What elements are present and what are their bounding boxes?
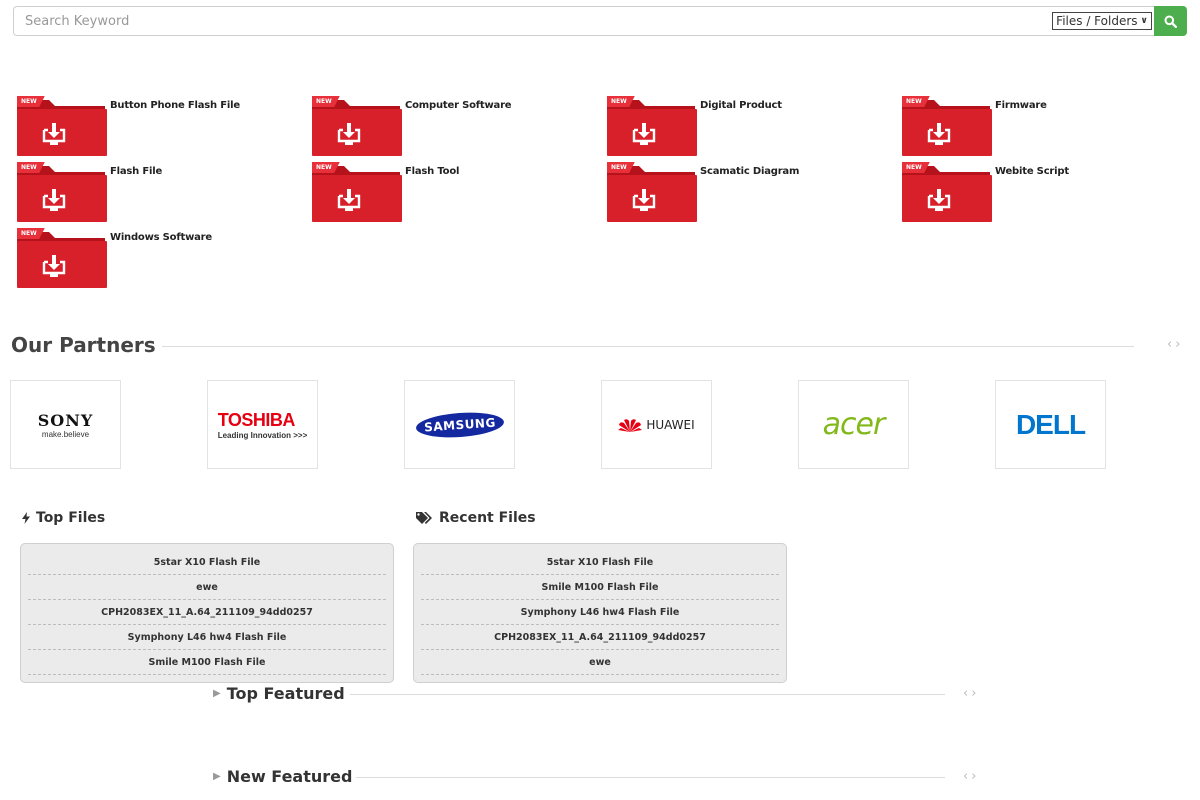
chevron-right-icon[interactable]: › <box>971 686 979 701</box>
top-file-item[interactable]: CPH2083EX_11_A.64_211109_94dd0257 <box>28 600 386 625</box>
folder-download-icon[interactable]: NEW <box>607 162 697 222</box>
category-label[interactable]: Windows Software <box>110 232 212 243</box>
partners-divider <box>162 346 1134 347</box>
recent-file-item[interactable]: Smile M100 Flash File <box>421 575 779 600</box>
folder-download-icon[interactable]: NEW <box>17 228 107 288</box>
recent-files-panel: 5star X10 Flash File Smile M100 Flash Fil… <box>413 543 787 683</box>
chevron-left-icon[interactable]: ‹ <box>963 686 971 701</box>
partners-title: Our Partners <box>11 333 156 357</box>
recent-file-item[interactable]: 5star X10 Flash File <box>421 550 779 575</box>
sony-logo: SONY make.believe <box>38 411 94 439</box>
top-files-title: Top Files <box>36 510 106 526</box>
top-files-list: 5star X10 Flash File ewe CPH2083EX_11_A.64… <box>28 550 386 675</box>
category-label[interactable]: Button Phone Flash File <box>110 100 240 111</box>
category-label[interactable]: Flash Tool <box>405 166 459 177</box>
category-label[interactable]: Flash File <box>110 166 162 177</box>
toshiba-tagline: Leading Innovation >>> <box>217 430 308 440</box>
partner-logo-dell[interactable]: DELL <box>995 380 1106 469</box>
search-button[interactable] <box>1154 6 1187 36</box>
top-files-heading: Top Files <box>22 510 105 526</box>
top-file-item[interactable]: Symphony L46 hw4 Flash File <box>28 625 386 650</box>
category-label[interactable]: Digital Product <box>700 100 782 111</box>
dell-wordmark: DELL <box>1015 408 1086 440</box>
sony-tagline: make.believe <box>41 429 90 439</box>
chevron-left-icon[interactable]: ‹ <box>1167 337 1175 352</box>
caret-right-icon: ▶ <box>213 688 221 699</box>
category-item[interactable]: NEW Flash Tool <box>312 162 592 222</box>
search-scope-wrap: Files / Folders ∨ <box>1050 6 1154 36</box>
top-file-item[interactable]: 5star X10 Flash File <box>28 550 386 575</box>
tags-icon <box>416 512 432 524</box>
folder-download-icon[interactable]: NEW <box>607 96 697 156</box>
category-item[interactable]: NEW Webite Script <box>902 162 1182 222</box>
category-label[interactable]: Scamatic Diagram <box>700 166 799 177</box>
top-featured-nav: ‹› <box>963 686 979 701</box>
category-item[interactable]: NEW Computer Software <box>312 96 592 156</box>
search-input[interactable]: Search Keyword <box>13 6 1050 36</box>
folder-download-icon[interactable]: NEW <box>902 162 992 222</box>
category-item[interactable]: NEW Flash File <box>17 162 297 222</box>
samsung-wordmark: SAMSUNG <box>423 415 496 434</box>
top-file-item[interactable]: Smile M100 Flash File <box>28 650 386 675</box>
recent-file-item[interactable]: ewe <box>421 650 779 675</box>
new-featured-divider <box>356 777 945 778</box>
category-item[interactable]: NEW Button Phone Flash File <box>17 96 297 156</box>
partner-logo-samsung[interactable]: SAMSUNG <box>404 380 515 469</box>
category-item[interactable]: NEW Digital Product <box>607 96 887 156</box>
caret-right-icon: ▶ <box>213 771 221 782</box>
top-featured-heading: ▶ Top Featured <box>213 684 345 703</box>
recent-file-item[interactable]: Symphony L46 hw4 Flash File <box>421 600 779 625</box>
sony-wordmark: SONY <box>37 410 94 430</box>
search-scope-value: Files / Folders <box>1056 14 1138 28</box>
top-featured-divider <box>350 694 945 695</box>
huawei-flower-icon <box>618 418 643 432</box>
search-bar: Search Keyword Files / Folders ∨ <box>13 6 1187 36</box>
partner-logo-toshiba[interactable]: TOSHIBA Leading Innovation >>> <box>207 380 318 469</box>
search-scope-select[interactable]: Files / Folders ∨ <box>1052 12 1152 30</box>
folder-download-icon[interactable]: NEW <box>312 96 402 156</box>
category-item[interactable]: NEW Firmware <box>902 96 1182 156</box>
recent-files-title: Recent Files <box>439 510 536 526</box>
partner-logo-huawei[interactable]: HUAWEI <box>601 380 712 469</box>
category-item[interactable]: NEW Scamatic Diagram <box>607 162 887 222</box>
partners-nav: ‹› <box>1167 337 1183 352</box>
new-featured-nav: ‹› <box>963 769 979 784</box>
category-label[interactable]: Firmware <box>995 100 1047 111</box>
top-featured-title: Top Featured <box>226 684 345 703</box>
chevron-right-icon[interactable]: › <box>1175 337 1183 352</box>
search-placeholder: Search Keyword <box>25 13 130 29</box>
recent-files-list: 5star X10 Flash File Smile M100 Flash Fil… <box>421 550 779 675</box>
bolt-icon <box>22 512 30 524</box>
chevron-right-icon[interactable]: › <box>971 769 979 784</box>
recent-file-item[interactable]: CPH2083EX_11_A.64_211109_94dd0257 <box>421 625 779 650</box>
search-icon <box>1164 15 1177 28</box>
category-item[interactable]: NEW Windows Software <box>17 228 297 288</box>
new-featured-title: New Featured <box>226 767 353 786</box>
category-label[interactable]: Webite Script <box>995 166 1069 177</box>
new-featured-heading: ▶ New Featured <box>213 767 352 786</box>
toshiba-logo: TOSHIBA Leading Innovation >>> <box>218 410 308 440</box>
category-label[interactable]: Computer Software <box>405 100 512 111</box>
folder-download-icon[interactable]: NEW <box>17 96 107 156</box>
huawei-logo: HUAWEI <box>618 417 695 433</box>
partner-logo-sony[interactable]: SONY make.believe <box>10 380 121 469</box>
folder-download-icon[interactable]: NEW <box>902 96 992 156</box>
folder-download-icon[interactable]: NEW <box>312 162 402 222</box>
chevron-left-icon[interactable]: ‹ <box>963 769 971 784</box>
huawei-wordmark: HUAWEI <box>646 417 695 432</box>
toshiba-wordmark: TOSHIBA <box>217 409 296 430</box>
top-file-item[interactable]: ewe <box>28 575 386 600</box>
recent-files-heading: Recent Files <box>416 510 536 526</box>
folder-download-icon[interactable]: NEW <box>17 162 107 222</box>
acer-wordmark: acer <box>822 407 886 442</box>
partner-logo-acer[interactable]: acer <box>798 380 909 469</box>
chevron-down-icon: ∨ <box>1140 16 1148 26</box>
top-files-panel: 5star X10 Flash File ewe CPH2083EX_11_A.64… <box>20 543 394 683</box>
samsung-logo: SAMSUNG <box>414 409 505 440</box>
